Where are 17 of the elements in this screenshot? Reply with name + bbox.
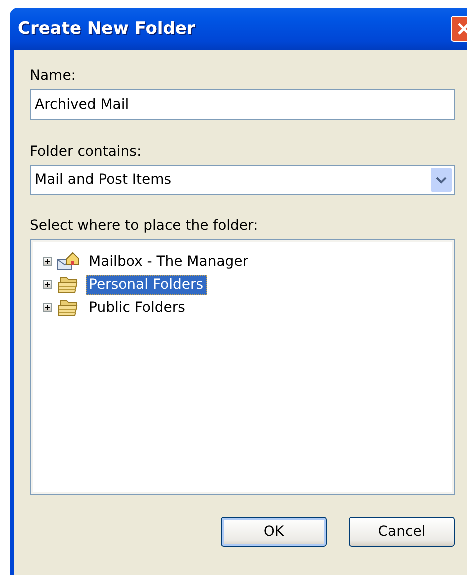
close-icon [457,22,467,36]
tree-item[interactable]: Mailbox - The Manager [86,252,252,272]
mailbox-icon [57,250,81,272]
expand-icon[interactable] [43,257,52,266]
dropdown-arrow-icon [431,168,452,192]
tree-item[interactable]: Personal Folders [86,274,207,294]
tree-item[interactable]: Public Folders [86,298,188,318]
expand-icon[interactable] [43,280,52,289]
field-label: Folder contains: [30,144,142,160]
field-label: Name: [30,68,76,84]
folder-type-dropdown[interactable]: Mail and Post Items [30,165,455,195]
window-title: Create New Folder [18,19,196,39]
dialog-button[interactable]: OK [221,517,327,547]
expand-icon[interactable] [43,303,52,312]
dialog-button[interactable]: Cancel [349,517,455,547]
name-field[interactable]: Archived Mail [30,89,455,120]
field-label: Select where to place the folder: [30,218,258,234]
